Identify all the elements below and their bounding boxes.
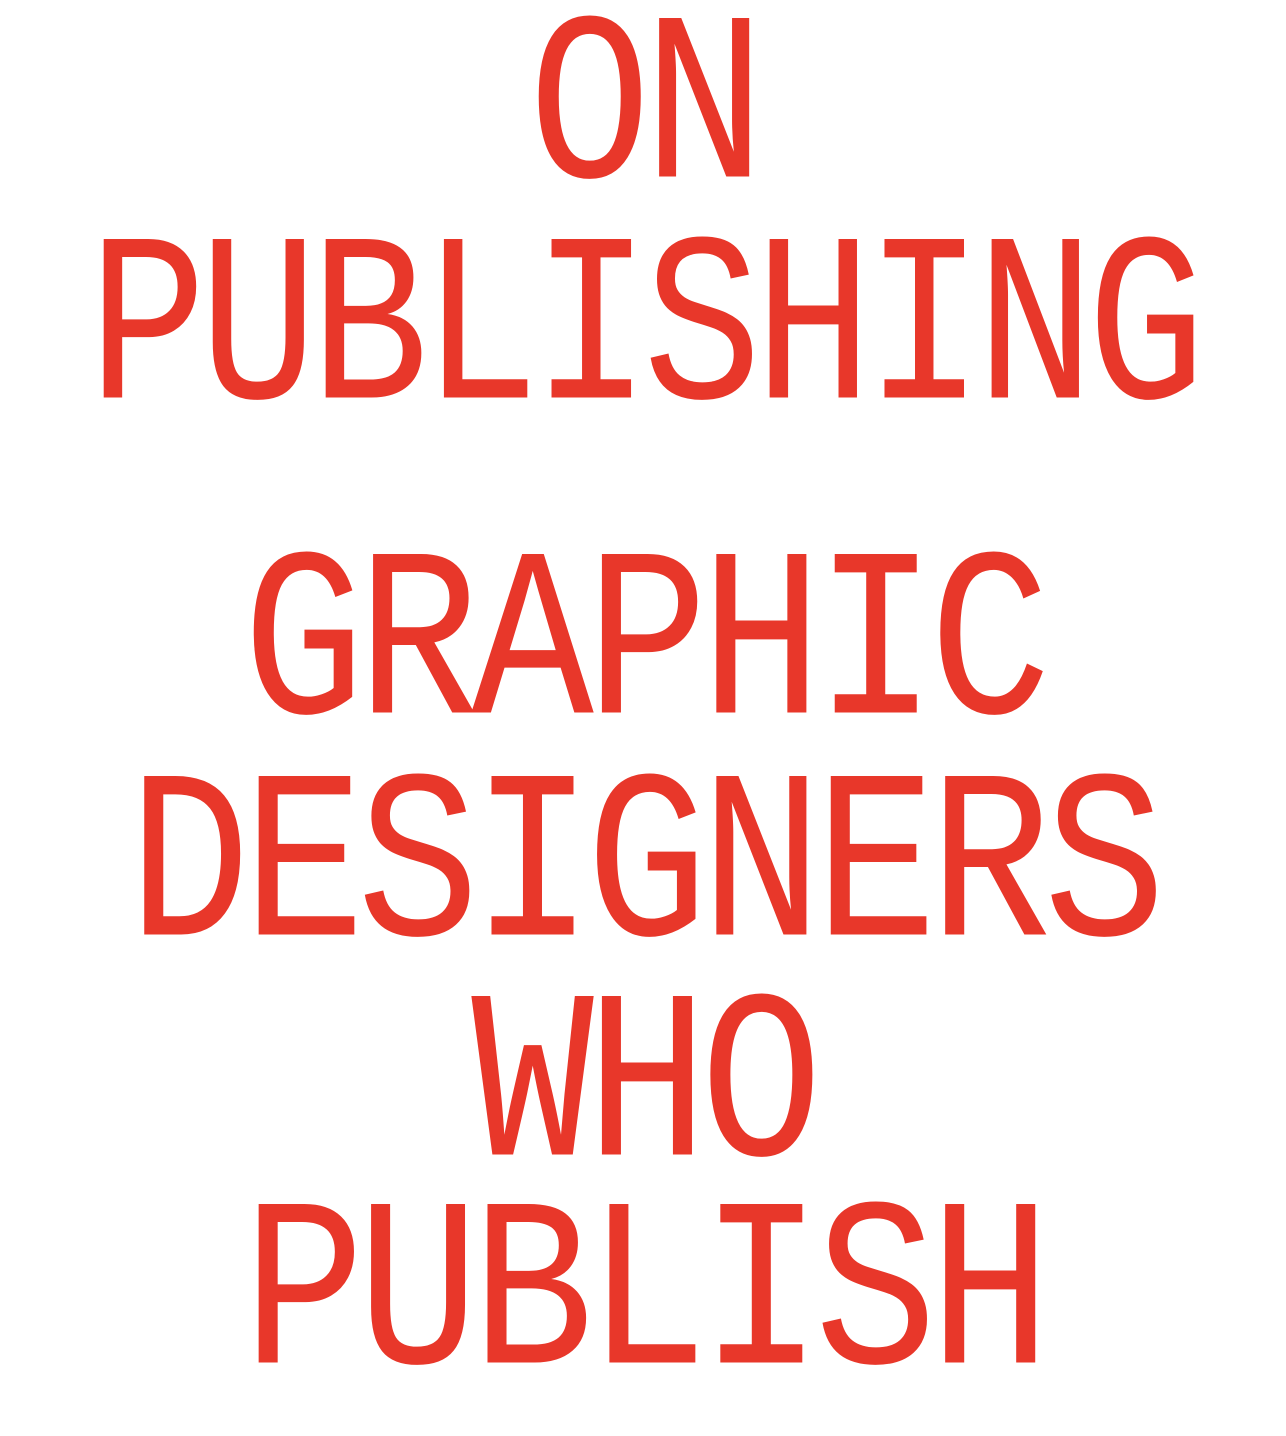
- title-line-publishing: PUBLISHING: [88, 198, 1206, 471]
- subtitle-line-publish: PUBLISH: [242, 1163, 1052, 1436]
- poster: ON PUBLISHING GRAPHIC DESIGNERS WHO PUBL…: [0, 0, 1286, 1422]
